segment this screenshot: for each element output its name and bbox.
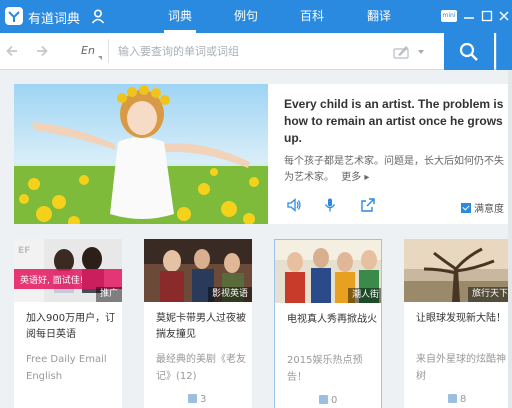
tab-examples[interactable]: 例句 bbox=[222, 0, 270, 33]
satisfaction-toggle[interactable]: 满意度 bbox=[461, 200, 504, 215]
search-button[interactable] bbox=[444, 33, 494, 70]
card-title: 加入900万用户，订阅每日英语 bbox=[26, 313, 116, 340]
thumbs-up-icon bbox=[319, 395, 328, 404]
ad-banner-text: 英语好, 面试佳! bbox=[20, 274, 83, 286]
forward-arrow-icon[interactable] bbox=[34, 43, 50, 59]
minimize-icon[interactable] bbox=[462, 9, 476, 23]
language-dropdown-icon bbox=[98, 56, 102, 60]
youdao-logo-icon bbox=[5, 7, 23, 25]
like-count-value: 3 bbox=[200, 394, 207, 405]
satisfaction-label: 满意度 bbox=[474, 204, 504, 215]
back-arrow-icon[interactable] bbox=[4, 43, 20, 59]
card-travel[interactable]: 旅行天下 让眼球发现新大陆！ 来自外星球的炫酷神树 8 bbox=[404, 239, 512, 408]
card-description: 最经典的美剧《老友记》(12) bbox=[156, 354, 246, 382]
sentence-chinese: 每个孩子都是艺术家。问题是，长大后如何仍不失为艺术家。 更多 ▸ bbox=[284, 154, 506, 186]
card-ad[interactable]: EF 英语好, 面试佳! 推广 加入900万用户，订阅每日英语 Free Dai… bbox=[14, 239, 122, 408]
card-image: 影视英语 bbox=[144, 239, 252, 302]
card-trend[interactable]: 潮人街 电视真人秀再掀战火 2015娱乐热点预告！ 0 bbox=[274, 239, 382, 408]
card-tag: 旅行天下 bbox=[467, 287, 512, 302]
card-tag: 潮人街 bbox=[347, 288, 381, 303]
app-title: 有道词典 bbox=[28, 12, 81, 27]
search-icon bbox=[459, 42, 478, 61]
card-tag: 推广 bbox=[95, 287, 122, 302]
tab-dictionary[interactable]: 词典 bbox=[156, 0, 204, 33]
tab-encyclopedia[interactable]: 百科 bbox=[288, 0, 336, 33]
more-link[interactable]: 更多 ▸ bbox=[341, 172, 369, 183]
thumbs-up-icon bbox=[448, 394, 457, 403]
search-extra-button[interactable] bbox=[496, 33, 512, 70]
card-tv-english[interactable]: 影视英语 莫妮卡带男人过夜被揣友撞见 最经典的美剧《老友记》(12) 3 bbox=[144, 239, 252, 408]
tab-translate[interactable]: 翻译 bbox=[355, 0, 403, 33]
like-count-value: 8 bbox=[460, 394, 467, 405]
card-description: 2015娱乐热点预告！ bbox=[287, 355, 363, 383]
maximize-icon[interactable] bbox=[480, 9, 494, 23]
card-image: 旅行天下 bbox=[404, 239, 512, 302]
card-title: 电视真人秀再掀战火 bbox=[287, 314, 377, 325]
like-count[interactable]: 8 bbox=[448, 394, 466, 405]
microphone-icon[interactable] bbox=[322, 197, 338, 213]
thumbs-up-icon bbox=[188, 394, 197, 403]
like-count[interactable]: 3 bbox=[188, 394, 206, 405]
handwriting-dropdown-icon[interactable] bbox=[418, 50, 424, 54]
daily-sentence-card: Every child is an artist. The problem is… bbox=[14, 84, 512, 224]
card-image: 潮人街 bbox=[275, 240, 381, 303]
search-bar: En bbox=[0, 33, 512, 70]
like-count[interactable]: 0 bbox=[319, 395, 337, 406]
svg-text:EF: EF bbox=[18, 246, 30, 256]
handwriting-icon[interactable] bbox=[393, 43, 411, 59]
mini-mode-button[interactable]: mini bbox=[441, 10, 457, 22]
scrollbar[interactable] bbox=[508, 70, 512, 408]
card-tag: 影视英语 bbox=[207, 287, 252, 302]
user-icon[interactable] bbox=[90, 8, 106, 24]
close-icon[interactable] bbox=[497, 9, 511, 23]
speaker-icon[interactable] bbox=[286, 197, 302, 213]
language-selector[interactable]: En bbox=[75, 39, 109, 63]
top-bar: 有道词典 词典 例句 百科 翻译 mini bbox=[0, 0, 512, 33]
sentence-chinese-text: 每个孩子都是艺术家。问题是，长大后如何仍不失为艺术家。 bbox=[284, 156, 504, 183]
card-description: 来自外星球的炫酷神树 bbox=[416, 354, 506, 382]
share-icon[interactable] bbox=[360, 197, 376, 213]
sentence-english: Every child is an artist. The problem is… bbox=[284, 97, 504, 145]
like-count-value: 0 bbox=[331, 395, 338, 406]
card-title: 让眼球发现新大陆！ bbox=[416, 313, 506, 324]
card-title: 莫妮卡带男人过夜被揣友撞见 bbox=[156, 313, 246, 340]
featured-image[interactable] bbox=[14, 84, 268, 224]
card-description: Free Daily Email English bbox=[26, 354, 107, 382]
satisfaction-checkbox[interactable] bbox=[461, 203, 471, 213]
card-image: EF 英语好, 面试佳! 推广 bbox=[14, 239, 122, 302]
search-input[interactable] bbox=[118, 40, 388, 62]
more-link-label: 更多 bbox=[341, 172, 362, 183]
language-label: En bbox=[81, 44, 95, 57]
